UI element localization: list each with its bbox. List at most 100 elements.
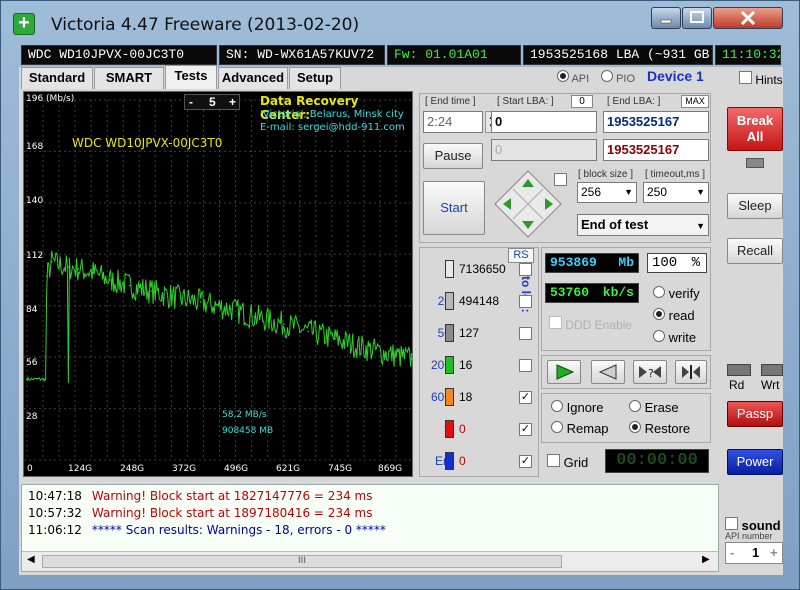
grid-option[interactable]: Grid bbox=[547, 454, 588, 470]
play-forward-button[interactable] bbox=[547, 360, 581, 384]
erase-radio[interactable] bbox=[629, 400, 641, 412]
hints-checkbox[interactable] bbox=[739, 71, 752, 84]
access-stat-color-swatch bbox=[445, 260, 454, 278]
write-led-label: Wrt bbox=[761, 378, 780, 392]
drive-model-display: WDC WD10JPVX-00JC3T0 bbox=[21, 45, 217, 65]
end-lba-field[interactable]: 1953525167 bbox=[603, 111, 709, 133]
pause-button[interactable]: Pause bbox=[423, 143, 483, 169]
graph-x-tick: 372G bbox=[172, 464, 197, 474]
random-seek-icon: ? bbox=[639, 366, 661, 380]
access-stat-count: 494148 bbox=[459, 294, 500, 308]
timeout-select[interactable]: 250 ▼ bbox=[643, 182, 709, 203]
minimize-button[interactable] bbox=[651, 7, 681, 29]
grid-checkbox[interactable] bbox=[547, 454, 560, 467]
zoom-minus-button[interactable]: - bbox=[189, 95, 193, 109]
window-title: Victoria 4.47 Freeware (2013-02-20) bbox=[51, 15, 360, 35]
scroll-thumb[interactable]: III bbox=[42, 555, 562, 568]
graph-x-tick: 0 bbox=[27, 464, 33, 474]
speed-data-point bbox=[44, 378, 47, 380]
access-stat-log-checkbox[interactable] bbox=[519, 295, 532, 308]
sleep-button[interactable]: Sleep bbox=[727, 193, 783, 219]
end-time-value: 2:24 bbox=[427, 114, 453, 129]
end-lba-max-button[interactable]: MAX bbox=[681, 95, 709, 108]
read-radio[interactable] bbox=[653, 308, 665, 320]
break-all-label-2: All bbox=[746, 129, 764, 144]
hints-option[interactable]: Hints bbox=[739, 71, 783, 87]
drive-serial-display: SN: WD-WX61A57KUV72 bbox=[219, 45, 385, 65]
pio-radio[interactable] bbox=[601, 70, 613, 82]
dpad-checkbox[interactable] bbox=[554, 173, 567, 186]
butterfly-button[interactable] bbox=[675, 360, 707, 384]
restore-radio[interactable] bbox=[629, 421, 641, 433]
pio-mode-option[interactable]: PIO bbox=[601, 70, 635, 85]
break-all-button[interactable]: Break All bbox=[727, 107, 783, 151]
block-size-select[interactable]: 256 ▼ bbox=[577, 182, 637, 203]
password-button[interactable]: Passp bbox=[727, 401, 783, 427]
access-stat-log-checkbox[interactable]: ✓ bbox=[519, 423, 532, 436]
scroll-right-icon[interactable]: ▶ bbox=[702, 554, 710, 565]
ignore-option[interactable]: Ignore bbox=[551, 400, 604, 415]
tab-setup[interactable]: Setup bbox=[289, 67, 341, 89]
random-seek-button[interactable]: ? bbox=[633, 360, 667, 384]
recall-button[interactable]: Recall bbox=[727, 238, 783, 264]
tab-tests[interactable]: Tests bbox=[165, 65, 217, 89]
app-window: + Victoria 4.47 Freeware (2013-02-20) WD… bbox=[0, 0, 800, 590]
end-action-select[interactable]: End of test ▼ bbox=[577, 214, 709, 236]
write-radio[interactable] bbox=[653, 330, 665, 342]
power-button[interactable]: Power bbox=[727, 449, 783, 475]
ignore-radio[interactable] bbox=[551, 400, 563, 412]
write-label: write bbox=[668, 330, 697, 345]
api-radio[interactable] bbox=[557, 70, 569, 82]
end-time-field[interactable]: 2:24 bbox=[423, 111, 483, 133]
scroll-left-icon[interactable]: ◀ bbox=[27, 554, 35, 565]
access-stat-log-checkbox[interactable] bbox=[519, 263, 532, 276]
remap-option[interactable]: Remap bbox=[551, 421, 609, 436]
event-log[interactable]: 10:47:18 Warning! Block start at 18271477… bbox=[21, 484, 719, 572]
verify-label: verify bbox=[668, 286, 700, 301]
api-number-stepper[interactable]: - 1 + bbox=[725, 542, 783, 564]
speed-data-point bbox=[150, 290, 152, 292]
speed-data-point bbox=[128, 284, 131, 287]
device-label: Device 1 bbox=[647, 68, 704, 84]
close-button[interactable] bbox=[713, 7, 783, 29]
app-icon: + bbox=[13, 13, 35, 35]
read-option[interactable]: read bbox=[653, 308, 695, 323]
verify-radio[interactable] bbox=[653, 286, 665, 298]
graph-x-tick: 124G bbox=[68, 464, 93, 474]
direction-pad bbox=[493, 169, 563, 239]
access-stat-log-checkbox[interactable]: ✓ bbox=[519, 455, 532, 468]
access-stat-color-swatch bbox=[445, 292, 454, 310]
log-horizontal-scrollbar[interactable]: ◀ III ▶ bbox=[22, 551, 718, 571]
firmware-display: Fw: 01.01A01 bbox=[387, 45, 521, 65]
api-number-plus[interactable]: + bbox=[770, 545, 778, 560]
speed-data-point bbox=[283, 323, 285, 325]
read-label: read bbox=[668, 308, 695, 323]
tab-advanced[interactable]: Advanced bbox=[218, 67, 288, 89]
verify-option[interactable]: verify bbox=[653, 286, 700, 301]
restore-option[interactable]: Restore bbox=[629, 421, 690, 436]
start-button[interactable]: Start bbox=[423, 181, 485, 235]
speed-data-point bbox=[357, 345, 359, 347]
access-stat-log-checkbox[interactable] bbox=[519, 359, 532, 372]
log-entry: 11:06:12 ***** Scan results: Warnings - 1… bbox=[28, 523, 386, 537]
start-lba-zero-button[interactable]: 0 bbox=[571, 95, 593, 108]
remap-radio[interactable] bbox=[551, 421, 563, 433]
erase-option[interactable]: Erase bbox=[629, 400, 679, 415]
api-number-minus[interactable]: - bbox=[730, 545, 734, 560]
speed-data-point bbox=[231, 308, 233, 311]
maximize-button[interactable] bbox=[682, 7, 712, 29]
speed-data-point bbox=[334, 337, 336, 340]
close-icon bbox=[740, 10, 756, 26]
sound-checkbox[interactable] bbox=[725, 517, 738, 530]
zoom-plus-button[interactable]: + bbox=[229, 95, 236, 109]
tab-standard[interactable]: Standard bbox=[21, 67, 93, 89]
start-lba-field[interactable]: 0 bbox=[491, 111, 597, 133]
access-stat-log-checkbox[interactable] bbox=[519, 327, 532, 340]
api-mode-option[interactable]: API bbox=[557, 70, 589, 85]
write-option[interactable]: write bbox=[653, 330, 696, 345]
reverse-play-icon bbox=[598, 364, 617, 380]
play-backward-button[interactable] bbox=[591, 360, 625, 384]
access-stat-log-checkbox[interactable]: ✓ bbox=[519, 391, 532, 404]
tab-smart[interactable]: SMART bbox=[94, 67, 164, 89]
current-lba-field: 0 bbox=[491, 139, 597, 161]
